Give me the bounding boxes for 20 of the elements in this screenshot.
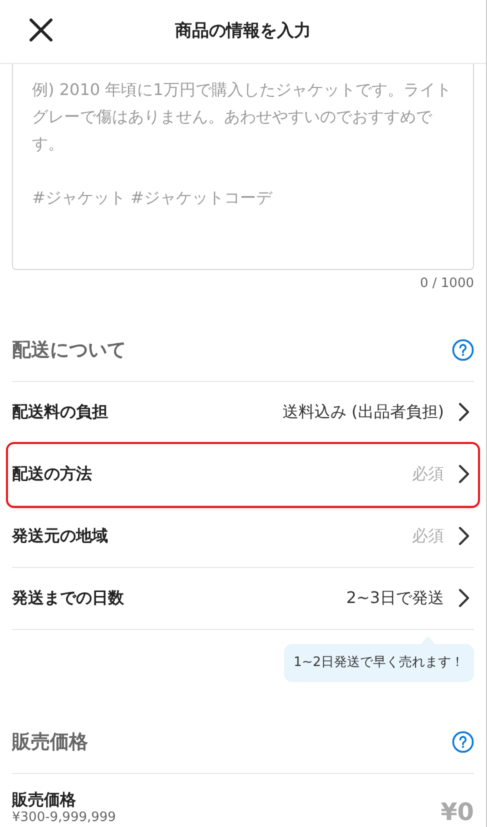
setting-row[interactable]: 発送元の地域 必須	[12, 506, 474, 568]
tooltip: 1~2日発送で早く売れます！	[284, 636, 474, 682]
close-button[interactable]	[28, 17, 54, 43]
setting-row[interactable]: 配送の方法 必須	[8, 444, 478, 506]
character-counter: 0 / 1000	[420, 275, 474, 293]
close-icon	[29, 18, 53, 42]
chevron-right-icon	[458, 464, 470, 484]
help-icon[interactable]	[452, 731, 474, 753]
chevron-right-icon	[458, 588, 470, 608]
setting-row[interactable]: 配送料の負担 送料込み (出品者負担)	[12, 382, 474, 444]
chevron-right-icon	[458, 402, 470, 422]
help-icon[interactable]	[452, 339, 474, 361]
price-label: 販売価格	[12, 790, 77, 810]
section-title: 配送について	[12, 338, 126, 363]
section-title: 販売価格	[12, 730, 88, 755]
price-range: ¥300-9,999,999	[12, 810, 116, 826]
screen-title: 商品の情報を入力	[175, 20, 311, 43]
chevron-right-icon	[458, 526, 470, 546]
description-field[interactable]: 例) 2010 年頃に1万円で購入したジャケットです。ライトグレーで傷はありません。あわせやすいのでおすすめです。 #ジャケット #ジャケットコーデ	[12, 64, 474, 270]
setting-row[interactable]: 発送までの日数 2~3日で発送	[12, 568, 474, 630]
